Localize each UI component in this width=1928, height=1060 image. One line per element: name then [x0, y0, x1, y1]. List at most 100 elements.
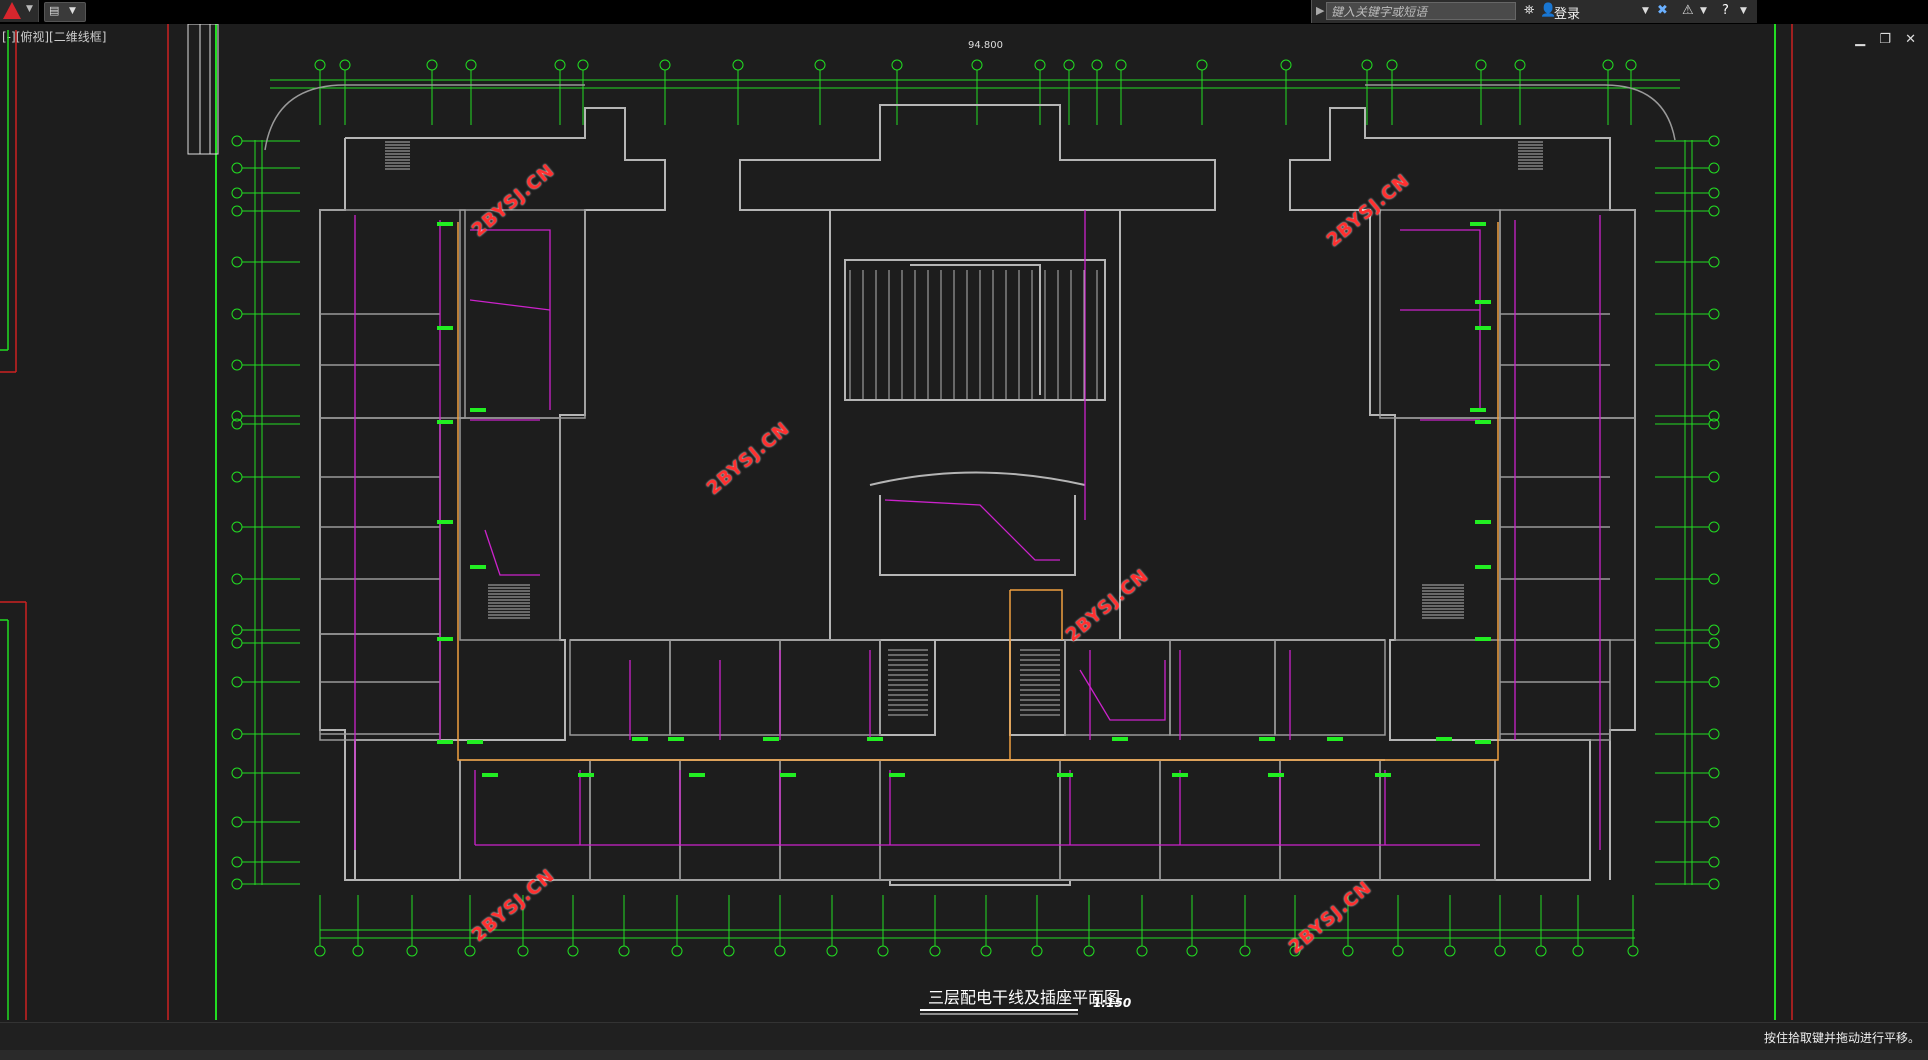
application-menu-button[interactable]: ▼ — [0, 0, 39, 22]
outlet-mark — [1259, 737, 1275, 741]
axis-bubble — [1091, 59, 1103, 71]
login-button[interactable]: 登录 — [1554, 3, 1580, 22]
axis-bubble — [426, 59, 438, 71]
chevron-down-icon[interactable]: ▼ — [1740, 6, 1747, 16]
axis-bubble — [1708, 767, 1720, 779]
outlet-mark — [437, 326, 453, 330]
room-outline — [779, 759, 881, 881]
axis-bubble — [659, 59, 671, 71]
axis-bubble — [231, 624, 243, 636]
axis-bubble — [1708, 637, 1720, 649]
drawing-canvas[interactable] — [0, 24, 1928, 1020]
axis-bubble — [1708, 256, 1720, 268]
room-outline — [679, 759, 781, 881]
axis-bubble — [723, 945, 735, 957]
axis-bubble — [980, 945, 992, 957]
binoculars-icon[interactable]: ⛯ — [1524, 3, 1534, 18]
axis-bubble — [1342, 945, 1354, 957]
axis-bubble — [231, 187, 243, 199]
title-bar: ▼ ▤ ▼ ▶ 键入关键字或短语 ⛯ 👤 登录 ▼ ✖ ⚠ ▼ ? ▼ — [0, 0, 1928, 24]
room-outline — [1279, 759, 1381, 881]
outlet-mark — [1112, 737, 1128, 741]
axis-bubble — [231, 878, 243, 890]
axis-bubble — [1708, 359, 1720, 371]
axis-bubble — [1031, 945, 1043, 957]
expand-arrow-icon[interactable]: ▶ — [1316, 4, 1324, 17]
exchange-icon[interactable]: ✖ — [1657, 3, 1668, 18]
room-outline — [1159, 759, 1281, 881]
axis-bubble — [339, 59, 351, 71]
room-outline — [1394, 417, 1501, 641]
axis-bubble — [826, 945, 838, 957]
axis-bubble — [1444, 945, 1456, 957]
axis-bubble — [314, 59, 326, 71]
search-input[interactable]: 键入关键字或短语 — [1326, 2, 1516, 20]
room-outline — [1379, 759, 1496, 881]
bottom-strip — [0, 1050, 1928, 1060]
axis-bubble — [618, 945, 630, 957]
room-outline — [589, 759, 681, 881]
outlet-mark — [1470, 222, 1486, 226]
room-outline — [319, 417, 441, 635]
power-line — [1079, 660, 1166, 721]
axis-bubble — [517, 945, 529, 957]
outlet-mark — [437, 520, 453, 524]
axis-bubble — [1708, 624, 1720, 636]
room-outline — [569, 639, 671, 736]
outlet-mark — [437, 637, 453, 641]
axis-bubble — [1386, 59, 1398, 71]
outlet-mark — [1475, 300, 1491, 304]
axis-bubble — [1708, 308, 1720, 320]
room-outline — [1499, 417, 1636, 641]
room-outline — [879, 759, 1061, 881]
axis-bubble — [1708, 816, 1720, 828]
axis-bubble — [1602, 59, 1614, 71]
axis-bubble — [929, 945, 941, 957]
axis-bubble — [231, 359, 243, 371]
axis-bubble — [1494, 945, 1506, 957]
axis-bubble — [465, 59, 477, 71]
power-line — [884, 499, 1060, 561]
axis-bubble — [1708, 573, 1720, 585]
outlet-mark — [470, 565, 486, 569]
status-message: 按住拾取键并拖动进行平移。 — [1763, 1031, 1920, 1045]
axis-bubble — [231, 471, 243, 483]
axis-bubble — [1514, 59, 1526, 71]
room-outline — [1274, 639, 1386, 736]
drawing-title: 三层配电干线及插座平面图 — [928, 988, 1121, 1007]
axis-bubble — [231, 728, 243, 740]
axis-bubble — [1708, 521, 1720, 533]
outlet-mark — [1475, 565, 1491, 569]
axis-bubble — [1361, 59, 1373, 71]
axis-bubble — [231, 135, 243, 147]
outlet-mark — [467, 740, 483, 744]
axis-bubble — [1280, 59, 1292, 71]
room-outline — [459, 759, 591, 881]
outlet-mark — [437, 740, 453, 744]
axis-bubble — [671, 945, 683, 957]
axis-bubble — [1136, 945, 1148, 957]
a360-icon[interactable]: ⚠ — [1682, 3, 1694, 18]
workspace-switch-button[interactable]: ▤ ▼ — [44, 2, 86, 22]
axis-bubble — [1063, 59, 1075, 71]
chevron-down-icon: ▼ — [69, 6, 76, 16]
power-line — [469, 299, 551, 311]
outlet-mark — [632, 737, 648, 741]
axis-bubble — [231, 856, 243, 868]
outlet-mark — [889, 773, 905, 777]
chevron-down-icon[interactable]: ▼ — [1700, 6, 1707, 16]
axis-bubble — [314, 945, 326, 957]
room-outline — [1379, 209, 1501, 419]
outlet-mark — [1327, 737, 1343, 741]
chevron-down-icon[interactable]: ▼ — [1642, 6, 1649, 16]
room-outline — [1169, 639, 1276, 736]
outlet-mark — [437, 222, 453, 226]
outlet-mark — [482, 773, 498, 777]
help-icon[interactable]: ? — [1722, 3, 1729, 18]
axis-bubble — [231, 162, 243, 174]
axis-bubble — [231, 676, 243, 688]
axis-bubble — [877, 945, 889, 957]
axis-bubble — [1627, 945, 1639, 957]
room-outline — [459, 209, 586, 419]
power-line — [484, 529, 540, 576]
